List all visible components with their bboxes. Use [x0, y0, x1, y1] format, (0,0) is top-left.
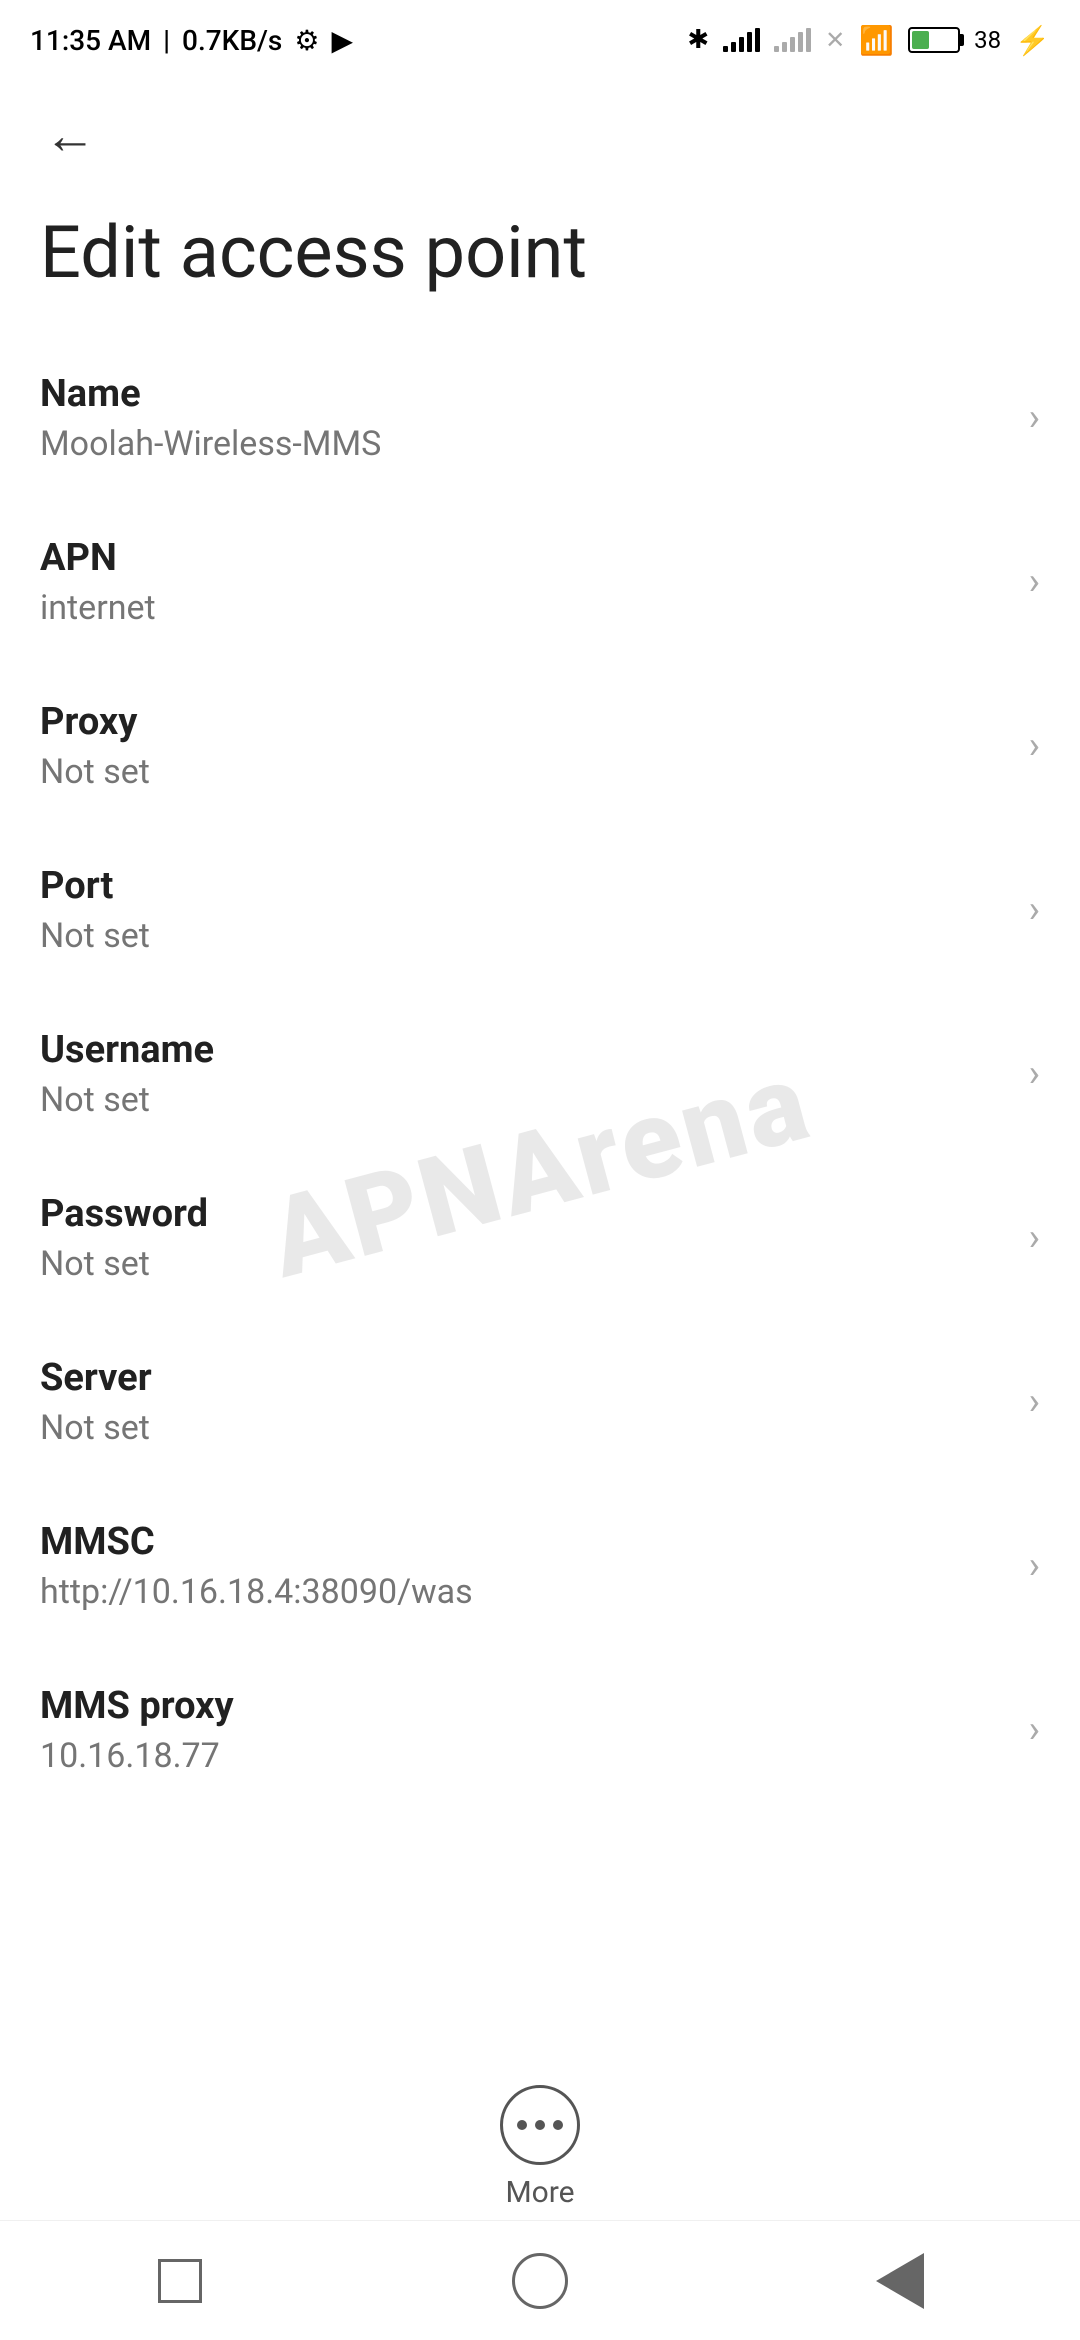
recents-icon — [158, 2259, 202, 2303]
chevron-right-icon-mms-proxy: › — [1029, 1708, 1040, 1752]
settings-value-name: Moolah-Wireless-MMS — [40, 424, 1009, 464]
separator: | — [163, 24, 170, 57]
home-button[interactable] — [480, 2241, 600, 2321]
settings-value-mms-proxy: 10.16.18.77 — [40, 1736, 1009, 1776]
settings-item-content-apn: APN internet — [40, 536, 1009, 628]
settings-list: Name Moolah-Wireless-MMS › APN internet … — [0, 336, 1080, 1812]
status-left: 11:35 AM | 0.7KB/s ⚙ ▶ — [30, 24, 353, 57]
settings-item-username[interactable]: Username Not set › — [0, 992, 1080, 1156]
settings-item-content-username: Username Not set — [40, 1028, 1009, 1120]
settings-label-username: Username — [40, 1028, 1009, 1072]
settings-item-content-server: Server Not set — [40, 1356, 1009, 1448]
settings-item-name[interactable]: Name Moolah-Wireless-MMS › — [0, 336, 1080, 500]
recents-button[interactable] — [120, 2241, 240, 2321]
settings-label-port: Port — [40, 864, 1009, 908]
charging-icon: ⚡ — [1015, 24, 1050, 57]
more-dot-3 — [553, 2120, 563, 2130]
home-icon — [512, 2253, 568, 2309]
settings-item-mms-proxy[interactable]: MMS proxy 10.16.18.77 › — [0, 1648, 1080, 1812]
chevron-right-icon-port: › — [1029, 888, 1040, 932]
settings-value-proxy: Not set — [40, 752, 1009, 792]
settings-icon: ⚙ — [294, 24, 319, 57]
settings-item-proxy[interactable]: Proxy Not set › — [0, 664, 1080, 828]
back-nav-button[interactable] — [840, 2241, 960, 2321]
chevron-right-icon-username: › — [1029, 1052, 1040, 1096]
battery-percent: 38 — [974, 26, 1001, 54]
signal-bars-2 — [774, 28, 811, 52]
settings-item-port[interactable]: Port Not set › — [0, 828, 1080, 992]
settings-item-content-mms-proxy: MMS proxy 10.16.18.77 — [40, 1684, 1009, 1776]
speed-display: 0.7KB/s — [182, 24, 282, 57]
settings-label-name: Name — [40, 372, 1009, 416]
settings-item-content-password: Password Not set — [40, 1192, 1009, 1284]
more-dot-1 — [517, 2120, 527, 2130]
settings-value-server: Not set — [40, 1408, 1009, 1448]
settings-value-password: Not set — [40, 1244, 1009, 1284]
page-title: Edit access point — [40, 210, 1040, 296]
chevron-right-icon-name: › — [1029, 396, 1040, 440]
settings-item-content-port: Port Not set — [40, 864, 1009, 956]
settings-item-password[interactable]: Password Not set › — [0, 1156, 1080, 1320]
time-display: 11:35 AM — [30, 24, 151, 57]
chevron-right-icon-mmsc: › — [1029, 1544, 1040, 1588]
chevron-right-icon-proxy: › — [1029, 724, 1040, 768]
settings-value-port: Not set — [40, 916, 1009, 956]
settings-item-server[interactable]: Server Not set › — [0, 1320, 1080, 1484]
settings-item-apn[interactable]: APN internet › — [0, 500, 1080, 664]
settings-label-proxy: Proxy — [40, 700, 1009, 744]
status-right: ✱ ✕ 📶 38 ⚡ — [687, 24, 1050, 57]
settings-item-content-mmsc: MMSC http://10.16.18.4:38090/was — [40, 1520, 1009, 1612]
back-button[interactable]: ← — [30, 95, 110, 175]
signal-bars-1 — [723, 28, 760, 52]
settings-label-password: Password — [40, 1192, 1009, 1236]
settings-label-mms-proxy: MMS proxy — [40, 1684, 1009, 1728]
settings-item-mmsc[interactable]: MMSC http://10.16.18.4:38090/was › — [0, 1484, 1080, 1648]
settings-item-content-proxy: Proxy Not set — [40, 700, 1009, 792]
settings-label-server: Server — [40, 1356, 1009, 1400]
bottom-nav — [0, 2220, 1080, 2340]
back-arrow-icon: ← — [44, 105, 96, 166]
settings-value-apn: internet — [40, 588, 1009, 628]
settings-label-apn: APN — [40, 536, 1009, 580]
wifi-icon: 📶 — [859, 24, 894, 57]
no-signal-icon: ✕ — [825, 26, 845, 54]
bluetooth-icon: ✱ — [687, 25, 709, 55]
back-nav-icon — [876, 2253, 924, 2309]
more-dot-2 — [535, 2120, 545, 2130]
settings-label-mmsc: MMSC — [40, 1520, 1009, 1564]
more-label: More — [505, 2175, 574, 2210]
settings-value-mmsc: http://10.16.18.4:38090/was — [40, 1572, 1009, 1612]
more-button[interactable]: More — [500, 2085, 580, 2210]
more-circle-icon — [500, 2085, 580, 2165]
chevron-right-icon-password: › — [1029, 1216, 1040, 1260]
top-nav: ← — [0, 80, 1080, 190]
camera-icon: ▶ — [331, 24, 353, 57]
status-bar: 11:35 AM | 0.7KB/s ⚙ ▶ ✱ ✕ 📶 38 ⚡ — [0, 0, 1080, 80]
settings-value-username: Not set — [40, 1080, 1009, 1120]
settings-item-content-name: Name Moolah-Wireless-MMS — [40, 372, 1009, 464]
page-title-container: Edit access point — [0, 190, 1080, 336]
chevron-right-icon-apn: › — [1029, 560, 1040, 604]
battery-icon — [908, 27, 960, 53]
chevron-right-icon-server: › — [1029, 1380, 1040, 1424]
